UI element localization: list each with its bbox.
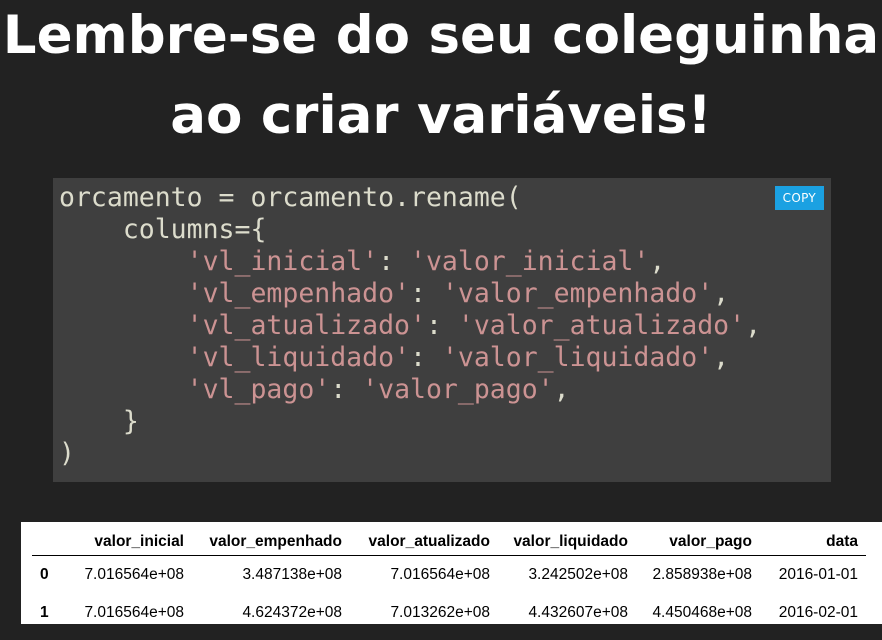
table-cell: 7.016564e+08 (84, 604, 184, 621)
table-cell: 3.487138e+08 (242, 566, 342, 583)
column-header-valor-liquidado: valor_liquidado (498, 528, 636, 556)
code-line: } (59, 406, 139, 437)
column-header-valor-atualizado: valor_atualizado (350, 528, 498, 556)
dataframe-output: valor_inicial valor_empenhado valor_atua… (21, 522, 882, 624)
row-index: 0 (40, 566, 49, 583)
code-block: COPY orcamento = orcamento.rename( colum… (53, 178, 831, 482)
code-string-key: 'vl_pago' (186, 374, 331, 405)
column-header-data: data (760, 528, 866, 556)
code-content: orcamento = orcamento.rename( columns={ … (59, 182, 762, 469)
table-row: 1 7.016564e+08 4.624372e+08 7.013262e+08… (32, 594, 866, 624)
code-string-value: 'valor_liquidado' (441, 342, 714, 373)
code-string-value: 'valor_inicial' (410, 246, 650, 277)
code-line: orcamento = orcamento.rename( (59, 182, 522, 213)
table-cell: 7.013262e+08 (390, 604, 490, 621)
copy-button[interactable]: COPY (774, 186, 824, 210)
table-cell: 4.432607e+08 (528, 604, 628, 621)
table-cell: 2016-01-01 (778, 566, 858, 583)
slide-title: Lembre-se do seu coleguinha ao criar var… (0, 0, 882, 156)
table-cell: 7.016564e+08 (390, 566, 490, 583)
code-string-key: 'vl_liquidado' (186, 342, 411, 373)
dataframe-table: valor_inicial valor_empenhado valor_atua… (32, 528, 866, 624)
row-index: 1 (40, 604, 49, 621)
table-cell: 3.242502e+08 (528, 566, 628, 583)
table-row: 0 7.016564e+08 3.487138e+08 7.016564e+08… (32, 556, 866, 595)
column-header-valor-pago: valor_pago (636, 528, 760, 556)
code-string-value: 'valor_pago' (362, 374, 554, 405)
table-cell: 2016-02-01 (778, 604, 858, 621)
code-string-value: 'valor_empenhado' (441, 278, 714, 309)
code-line: ) (59, 438, 75, 469)
code-string-key: 'vl_empenhado' (186, 278, 411, 309)
table-cell: 7.016564e+08 (84, 566, 184, 583)
code-string-key: 'vl_atualizado' (186, 310, 426, 341)
code-line: columns={ (59, 214, 267, 245)
code-string-key: 'vl_inicial' (186, 246, 379, 277)
table-cell: 4.624372e+08 (242, 604, 342, 621)
column-header-valor-empenhado: valor_empenhado (192, 528, 350, 556)
title-line-2: ao criar variáveis! (170, 85, 712, 146)
title-line-1: Lembre-se do seu coleguinha (2, 5, 880, 66)
table-cell: 2.858938e+08 (652, 566, 752, 583)
column-header-index (32, 528, 66, 556)
table-cell: 4.450468e+08 (652, 604, 752, 621)
table-header-row: valor_inicial valor_empenhado valor_atua… (32, 528, 866, 556)
column-header-valor-inicial: valor_inicial (66, 528, 192, 556)
code-string-value: 'valor_atualizado' (457, 310, 746, 341)
